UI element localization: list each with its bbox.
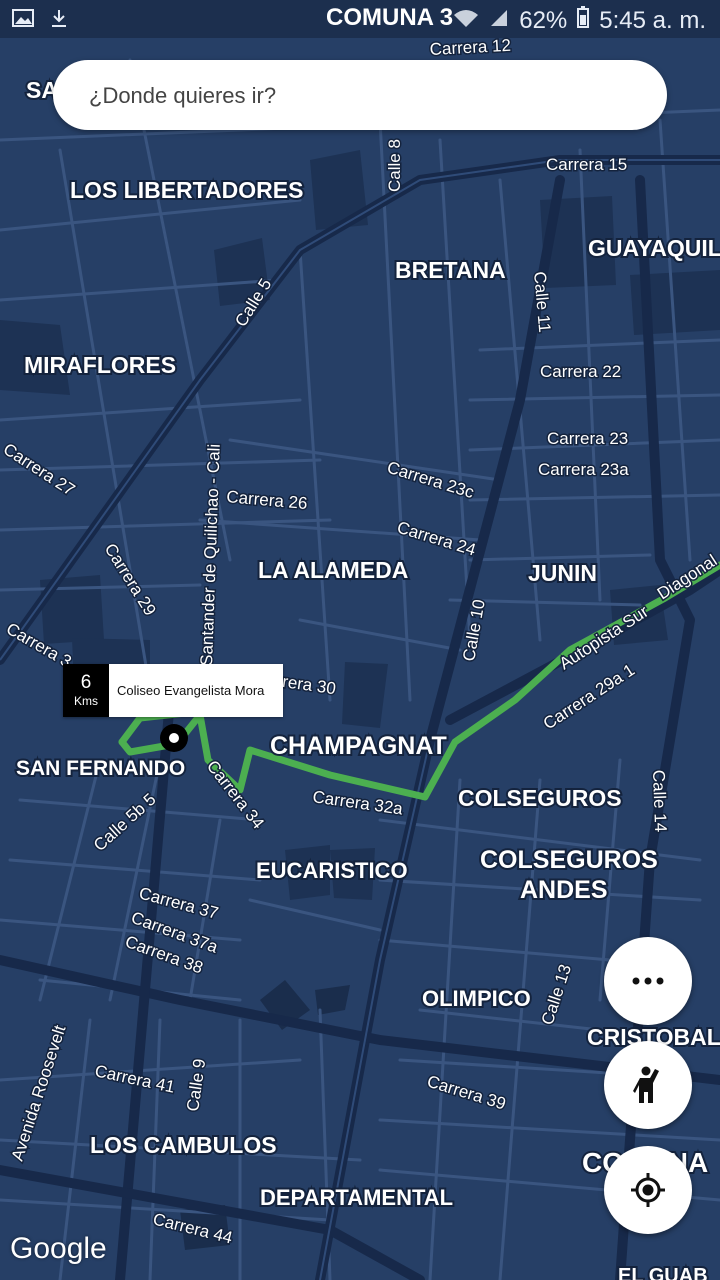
neighborhood-label: LOS LIBERTADORES [70, 177, 303, 203]
neighborhood-label: OLIMPICO [422, 986, 531, 1011]
more-icon [632, 977, 664, 985]
wifi-icon [453, 7, 479, 35]
neighborhood-label: MIRAFLORES [24, 352, 176, 378]
destination-callout[interactable]: 6 Kms Coliseo Evangelista Mora [63, 664, 283, 717]
neighborhood-label: EUCARISTICO [256, 858, 408, 883]
neighborhood-label: LA ALAMEDA [258, 557, 408, 583]
search-bar[interactable] [53, 60, 667, 130]
street-label: Carrera 23a [538, 460, 629, 479]
neighborhood-label: COLSEGUROS [458, 785, 622, 811]
signal-icon [489, 7, 509, 35]
destination-name: Coliseo Evangelista Mora [109, 664, 283, 717]
neighborhood-label: CHAMPAGNAT [270, 732, 447, 760]
search-input[interactable] [87, 76, 631, 116]
street-label: Calle 14 [649, 769, 670, 832]
request-pickup-button[interactable] [604, 1041, 692, 1129]
hail-icon [633, 1065, 663, 1105]
status-location-title: COMUNA 3 [326, 4, 454, 31]
neighborhood-label: SAN FERNANDO [16, 757, 185, 780]
my-location-button[interactable] [604, 1146, 692, 1234]
neighborhood-label: ANDES [520, 876, 608, 904]
distance-badge: 6 Kms [63, 664, 109, 717]
neighborhood-label: GUAYAQUIL [588, 235, 720, 261]
distance-unit: Kms [74, 693, 98, 708]
distance-value: 6 [80, 671, 92, 693]
neighborhood-label: COLSEGUROS [480, 846, 658, 874]
download-icon [48, 8, 70, 28]
neighborhood-label: DEPARTAMENTAL [260, 1185, 453, 1210]
street-label: Carrera 23 [547, 429, 628, 448]
street-label: Carrera 15 [546, 155, 627, 174]
neighborhood-label: EL GUAB [618, 1265, 708, 1280]
destination-marker[interactable] [160, 724, 188, 752]
my-location-icon [630, 1172, 666, 1208]
street-label: Carrera 22 [540, 362, 621, 381]
street-label: Calle 8 [385, 139, 404, 192]
google-logo: Google [10, 1232, 107, 1265]
more-options-button[interactable] [604, 937, 692, 1025]
neighborhood-label: BRETANA [395, 257, 506, 283]
status-time: 5:45 a. m. [599, 6, 706, 34]
neighborhood-label: LOS CAMBULOS [90, 1132, 277, 1158]
image-icon [12, 8, 34, 28]
neighborhood-label: JUNIN [528, 560, 597, 586]
battery-icon [577, 6, 590, 35]
battery-percent: 62% [519, 6, 568, 34]
status-bar: COMUNA 3 62% 5:45 a. m. [0, 0, 720, 38]
